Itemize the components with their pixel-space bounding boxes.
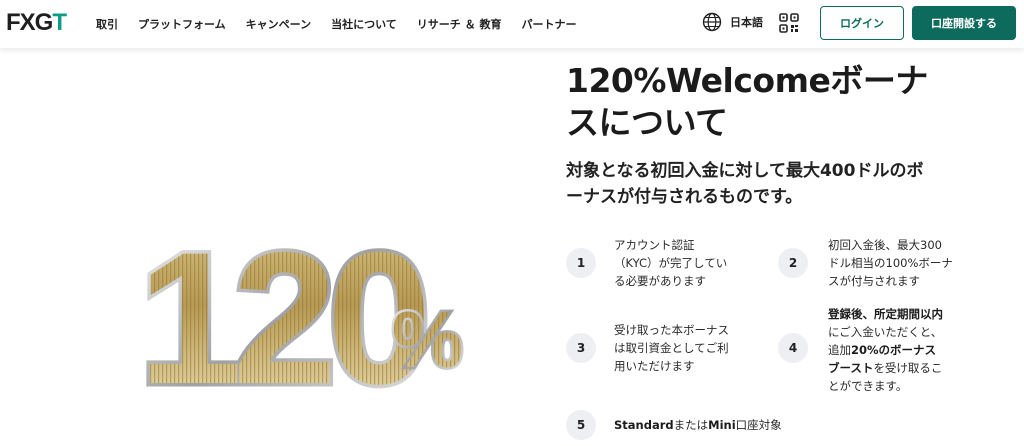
step-5-account-target: 口座対象 — [735, 418, 782, 432]
step-5-standard: Standard — [614, 418, 674, 432]
step-3-line-2: は取引資金としてご利 — [614, 341, 729, 355]
logo-g: G — [34, 9, 54, 36]
logo-g-text: G — [34, 9, 54, 36]
step-1: 1 アカウント認証 （KYC）が完了してい る必要があります — [566, 236, 727, 290]
hero-120-percent-graphic: 120 % — [135, 215, 466, 395]
globe-icon — [702, 12, 722, 32]
step-4-line-3a: 追加 — [828, 343, 851, 357]
step-2: 2 初回入金後、最大300 ドル相当の100%ボーナ スが付与されます — [778, 236, 953, 290]
page-subtitle: 対象となる初回入金に対して最大400ドルのボ ーナスが付与されるものです。 — [566, 158, 966, 210]
title-line-2: スについて — [566, 103, 728, 142]
step-2-line-3: スが付与されます — [828, 274, 920, 288]
step-5-or: または — [673, 418, 709, 432]
language-selector[interactable]: 日本語 — [702, 12, 763, 32]
logo-fx: FX — [6, 9, 36, 36]
step-4-number: 4 — [778, 333, 808, 363]
step-4-line-2: にご入金いただくと、 — [828, 325, 943, 339]
step-3: 3 受け取った本ボーナス は取引資金としてご利 用いただけます — [566, 321, 729, 375]
step-4: 4 登録後、所定期間以内 にご入金いただくと、 追加20%のボーナス ブーストを… — [778, 305, 943, 395]
main-nav: 取引 プラットフォーム キャンペーン 当社について リサーチ ＆ 教育 パートナ… — [96, 0, 596, 48]
step-3-line-3: 用いただけます — [614, 359, 695, 373]
step-1-line-1: アカウント認証 — [614, 238, 695, 252]
step-2-line-1: 初回入金後、最大300 — [828, 238, 942, 252]
step-3-number: 3 — [566, 333, 596, 363]
step-3-line-1: 受け取った本ボーナス — [614, 323, 729, 337]
step-2-text: 初回入金後、最大300 ドル相当の100%ボーナ スが付与されます — [828, 236, 953, 290]
step-2-number: 2 — [778, 248, 808, 278]
step-4-line-4b: を受け取るこ — [873, 361, 943, 375]
open-account-button[interactable]: 口座開設する — [912, 6, 1016, 40]
step-5-mini: Mini — [708, 418, 736, 432]
step-3-text: 受け取った本ボーナス は取引資金としてご利 用いただけます — [614, 321, 729, 375]
step-5-number: 5 — [566, 410, 596, 440]
step-1-number: 1 — [566, 248, 596, 278]
nav-item-platform[interactable]: プラットフォーム — [138, 16, 226, 32]
page-title: 120%Welcomeボーナ スについて — [566, 60, 986, 144]
step-1-line-2: （KYC）が完了してい — [614, 256, 728, 270]
step-4-text: 登録後、所定期間以内 にご入金いただくと、 追加20%のボーナス ブーストを受け… — [828, 305, 943, 395]
logo-t-text: T — [52, 9, 67, 36]
nav-item-trading[interactable]: 取引 — [96, 16, 118, 32]
hero-number: 120 — [138, 215, 424, 395]
nav-item-about[interactable]: 当社について — [331, 16, 397, 32]
step-4-line-5: とができます。 — [828, 379, 908, 393]
login-button[interactable]: ログイン — [820, 6, 904, 40]
qr-code-icon[interactable] — [779, 13, 799, 33]
step-5-text: StandardまたはMini口座対象 — [614, 416, 782, 434]
subtitle-line-1: 対象となる初回入金に対して最大400ドルのボ — [566, 161, 924, 181]
step-1-line-3: る必要があります — [614, 274, 706, 288]
step-2-line-2: ドル相当の100%ボーナ — [828, 256, 953, 270]
hero-digits: 120 % — [135, 215, 466, 395]
step-4-line-4a: ブースト — [828, 361, 874, 375]
title-line-1: 120%Welcomeボーナ — [566, 61, 928, 100]
nav-item-research-education[interactable]: リサーチ ＆ 教育 — [417, 16, 502, 32]
logo-t: T — [52, 9, 67, 36]
hero-percent-sign: % — [392, 295, 463, 384]
step-5: 5 StandardまたはMini口座対象 — [566, 410, 782, 440]
fxgt-logo[interactable]: FXGT — [6, 9, 67, 36]
subtitle-line-2: ーナスが付与されるものです。 — [566, 187, 803, 207]
nav-item-partner[interactable]: パートナー — [521, 16, 576, 32]
step-4-line-1: 登録後、所定期間以内 — [828, 307, 943, 321]
site-header: FXGT 取引 プラットフォーム キャンペーン 当社について リサーチ ＆ 教育… — [0, 0, 1024, 48]
nav-item-campaign[interactable]: キャンペーン — [246, 16, 311, 32]
step-4-line-3b: 20%のボーナス — [851, 343, 937, 357]
step-1-text: アカウント認証 （KYC）が完了してい る必要があります — [614, 236, 727, 290]
language-label: 日本語 — [730, 16, 763, 29]
